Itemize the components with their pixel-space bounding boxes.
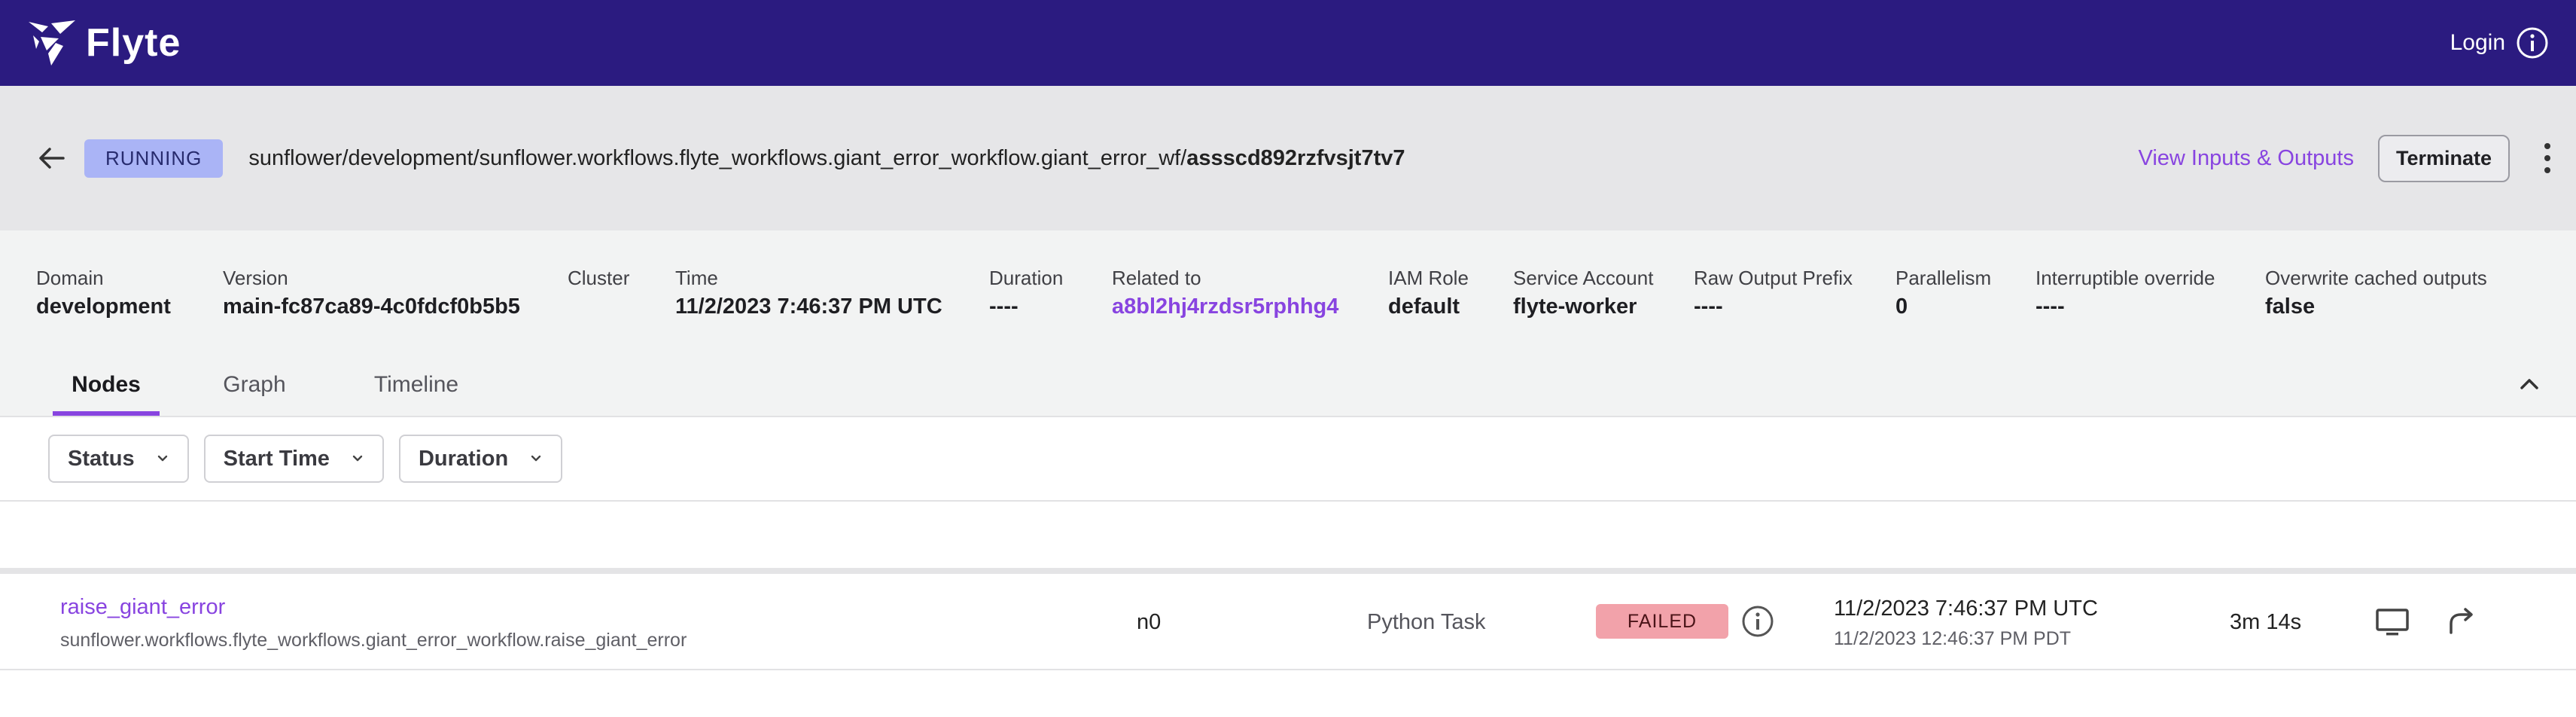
detail-label: IAM Role — [1388, 267, 1469, 289]
detail-cluster: Cluster — [568, 267, 629, 294]
detail-interruptible-override: Interruptible override ---- — [2036, 267, 2215, 319]
detail-value: default — [1388, 294, 1460, 319]
detail-label: Raw Output Prefix — [1694, 267, 1853, 289]
detail-label: Interruptible override — [2036, 267, 2215, 289]
monitor-icon[interactable] — [2374, 604, 2410, 640]
arrow-back-icon — [39, 148, 65, 169]
chevron-up-icon[interactable] — [2516, 371, 2543, 398]
terminate-button[interactable]: Terminate — [2377, 134, 2510, 182]
node-type: Python Task — [1367, 610, 1486, 634]
detail-raw-output-prefix: Raw Output Prefix ---- — [1694, 267, 1853, 319]
status-filter-button[interactable]: Status — [48, 435, 189, 483]
related-execution-link[interactable]: a8bl2hj4rzdsr5rphhg4 — [1112, 294, 1338, 319]
detail-value: development — [36, 294, 171, 319]
detail-label: Domain — [36, 267, 104, 289]
topbar-right: Login — [2450, 26, 2549, 59]
node-filters-bar: Status Start Time Duration — [0, 416, 2576, 502]
detail-value: 11/2/2023 7:46:37 PM UTC — [675, 294, 942, 319]
detail-value: main-fc87ca89-4c0fdcf0b5b5 — [223, 294, 520, 319]
tab-timeline[interactable]: Timeline — [363, 363, 470, 416]
execution-path: sunflower/development/sunflower.workflow… — [248, 146, 1405, 171]
tab-graph[interactable]: Graph — [209, 363, 300, 416]
detail-domain: Domain development — [36, 267, 171, 319]
node-name-link[interactable]: raise_giant_error — [60, 595, 225, 620]
rerun-icon[interactable] — [2444, 604, 2477, 637]
detail-label: Overwrite cached outputs — [2265, 267, 2487, 289]
filter-label: Duration — [418, 446, 509, 471]
back-button[interactable] — [36, 143, 66, 173]
detail-time: Time 11/2/2023 7:46:37 PM UTC — [675, 267, 942, 319]
chevron-down-icon — [157, 455, 167, 462]
detail-value: flyte-worker — [1513, 294, 1637, 319]
detail-label: Time — [675, 267, 718, 289]
detail-value: ---- — [2036, 294, 2065, 319]
execution-status-badge: RUNNING — [84, 139, 224, 178]
execution-details-panel: Domain development Version main-fc87ca89… — [0, 230, 2576, 416]
detail-label: Version — [223, 267, 288, 289]
tab-nodes[interactable]: Nodes — [53, 363, 160, 416]
detail-value: ---- — [989, 294, 1019, 319]
detail-value: 0 — [1895, 294, 1908, 319]
node-start-time-utc: 11/2/2023 7:46:37 PM UTC — [1834, 596, 2098, 621]
detail-duration: Duration ---- — [989, 267, 1063, 319]
detail-version: Version main-fc87ca89-4c0fdcf0b5b5 — [223, 267, 520, 319]
node-status-badge: FAILED — [1596, 604, 1728, 639]
node-id: n0 — [1137, 610, 1162, 634]
execution-path-prefix: sunflower/development/sunflower.workflow… — [248, 145, 1187, 170]
detail-label: Cluster — [568, 267, 630, 289]
filter-label: Status — [68, 446, 135, 471]
header-actions: View Inputs & Outputs Terminate — [2139, 134, 2553, 182]
info-icon[interactable] — [2516, 26, 2549, 59]
detail-label: Duration — [989, 267, 1064, 289]
login-link[interactable]: Login — [2450, 30, 2505, 56]
top-navigation-bar: Flyte Login — [0, 0, 2576, 86]
info-icon[interactable] — [1740, 604, 1775, 639]
detail-related-to: Related to a8bl2hj4rzdsr5rphhg4 — [1112, 267, 1338, 319]
table-row[interactable]: raise_giant_error sunflower.workflows.fl… — [0, 574, 2576, 670]
node-duration: 3m 14s — [2230, 610, 2302, 634]
detail-value: false — [2265, 294, 2316, 319]
execution-id: assscd892rzfvsjt7tv7 — [1186, 145, 1405, 170]
node-start-time-local: 11/2/2023 12:46:37 PM PDT — [1834, 628, 2072, 649]
brand-name: Flyte — [86, 21, 181, 65]
detail-parallelism: Parallelism 0 — [1895, 267, 1991, 319]
node-full-name: sunflower.workflows.flyte_workflows.gian… — [60, 630, 687, 651]
brand[interactable]: Flyte — [26, 16, 181, 70]
execution-header: RUNNING sunflower/development/sunflower.… — [0, 86, 2576, 230]
more-vertical-icon[interactable] — [2541, 143, 2553, 173]
duration-filter-button[interactable]: Duration — [398, 435, 563, 483]
detail-label: Parallelism — [1895, 267, 1992, 289]
filter-label: Start Time — [223, 446, 330, 471]
detail-service-account: Service Account flyte-worker — [1513, 267, 1653, 319]
detail-overwrite-cached-outputs: Overwrite cached outputs false — [2265, 267, 2487, 319]
view-inputs-outputs-link[interactable]: View Inputs & Outputs — [2139, 146, 2354, 171]
detail-iam-role: IAM Role default — [1388, 267, 1469, 319]
start-time-filter-button[interactable]: Start Time — [203, 435, 384, 483]
detail-label: Service Account — [1513, 267, 1654, 289]
flyte-logo-icon — [29, 20, 75, 66]
chevron-down-icon — [352, 455, 363, 462]
chevron-down-icon — [531, 455, 541, 462]
detail-label: Related to — [1112, 267, 1201, 289]
detail-value: ---- — [1694, 294, 1723, 319]
table-header-divider — [0, 568, 2576, 574]
